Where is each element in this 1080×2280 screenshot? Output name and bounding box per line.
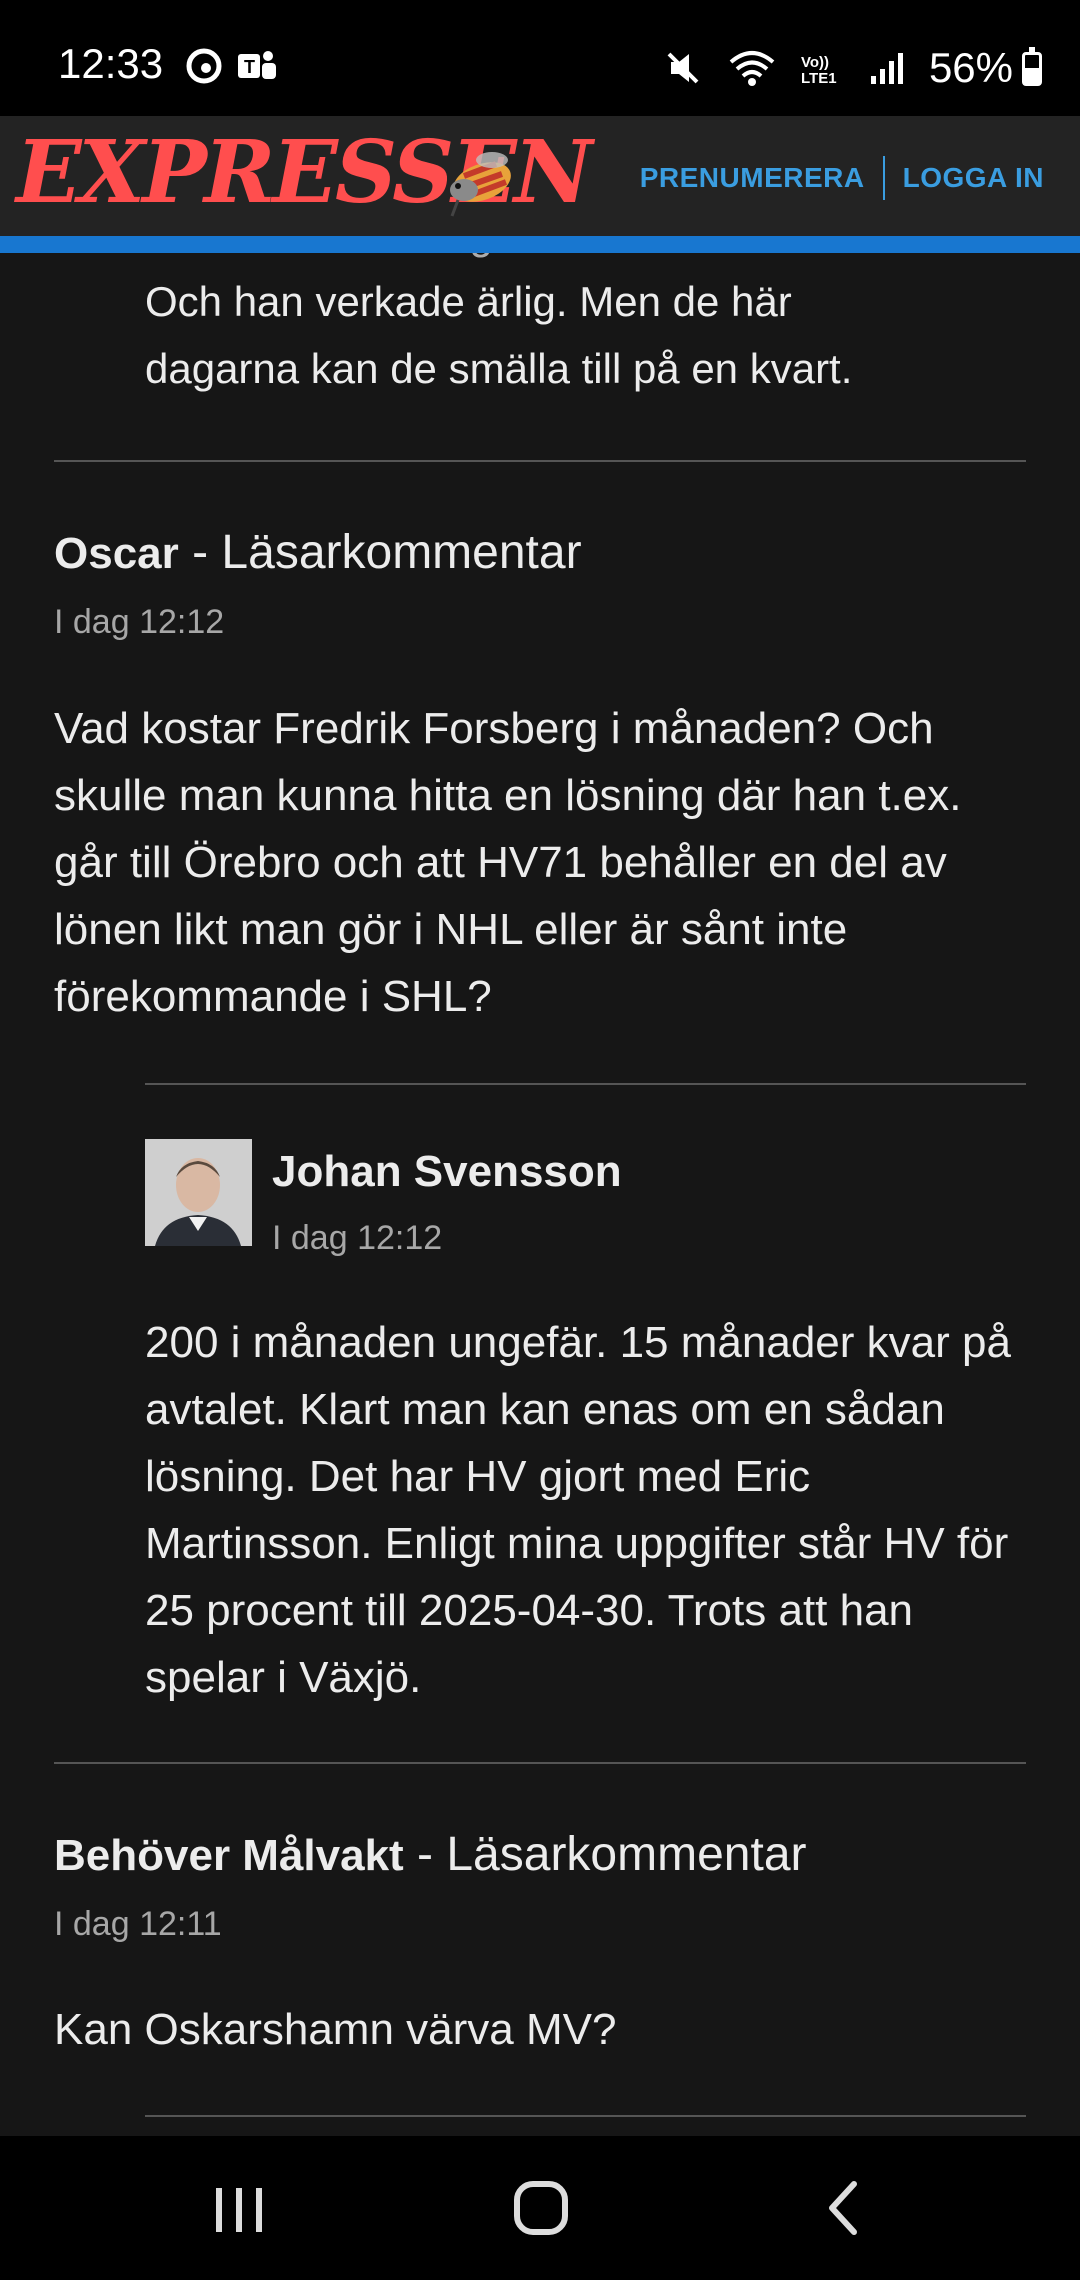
volte-icon: Vo)) LTE1 bbox=[801, 53, 837, 87]
comment-author: Behöver Målvakt bbox=[54, 1831, 404, 1880]
comment-body: Vad kostar Fredrik Forsberg i månaden? O… bbox=[54, 704, 962, 1021]
comment-separator: - bbox=[178, 526, 222, 579]
reply-author: Johan Svensson bbox=[272, 1147, 622, 1196]
previous-reply-text: Kanske kommer igen Låt inte Storkkel ta.… bbox=[145, 253, 1045, 402]
comment-divider bbox=[54, 460, 1026, 462]
comment-kind: Läsarkommentar bbox=[221, 526, 582, 579]
previous-reply-line: dagarna kan de smälla till på en kvart. bbox=[145, 345, 853, 392]
comment-timestamp: I dag 12:12 bbox=[54, 603, 225, 641]
status-time: 12:33 bbox=[58, 40, 164, 87]
signal-icon bbox=[869, 50, 905, 91]
header-divider bbox=[882, 156, 885, 200]
wifi-icon bbox=[727, 48, 777, 93]
previous-reply-clip: Kanske kommer igen Låt inte Storkkel ta.… bbox=[0, 253, 1080, 433]
mute-icon bbox=[663, 48, 703, 93]
site-header: EXPRESSEN PRENUMERERA LOGGA IN bbox=[0, 116, 1080, 236]
reply-timestamp: I dag 12:12 bbox=[272, 1219, 443, 1257]
back-icon[interactable] bbox=[800, 2174, 890, 2244]
wasp-mascot-icon bbox=[434, 142, 524, 227]
system-icons: Vo)) LTE1 bbox=[663, 48, 905, 93]
subscribe-link[interactable]: PRENUMERERA bbox=[640, 162, 865, 194]
reply-body: 200 i månaden ungefär. 15 månader kvar p… bbox=[145, 1318, 1011, 1702]
recents-icon[interactable] bbox=[194, 2174, 284, 2244]
svg-text:T: T bbox=[244, 57, 255, 77]
reply-divider bbox=[145, 2115, 1026, 2117]
comment-body: Kan Oskarshamn värva MV? bbox=[54, 2005, 617, 2054]
battery-percentage: 56% bbox=[928, 44, 1013, 91]
home-icon[interactable] bbox=[496, 2174, 586, 2244]
previous-reply-line: Kanske kommer igen Låt inte Storkkel ta. bbox=[145, 253, 1045, 268]
reply-divider bbox=[145, 1083, 1026, 1085]
android-nav-bar bbox=[0, 2136, 1080, 2280]
header-accent-bar bbox=[0, 236, 1080, 253]
comment-kind: Läsarkommentar bbox=[446, 1828, 807, 1881]
teams-icon: T bbox=[236, 48, 280, 89]
edge-icon bbox=[186, 48, 222, 89]
status-bar: 12:33 T Vo)) LTE1 56% bbox=[0, 0, 1080, 116]
header-links: PRENUMERERA LOGGA IN bbox=[640, 156, 1044, 200]
comment-separator: - bbox=[403, 1828, 447, 1881]
notification-icons: T bbox=[186, 48, 280, 89]
comment-divider bbox=[54, 1762, 1026, 1764]
journalist-avatar bbox=[145, 1139, 252, 1246]
login-link[interactable]: LOGGA IN bbox=[903, 162, 1044, 194]
comment-timestamp: I dag 12:11 bbox=[54, 1905, 222, 1943]
comment-header: Behöver Målvakt - Läsarkommentar bbox=[54, 1827, 807, 1882]
comment-author: Oscar bbox=[54, 529, 179, 578]
comment-header: Oscar - Läsarkommentar bbox=[54, 525, 582, 580]
battery-icon bbox=[1022, 47, 1042, 86]
previous-reply-line: Och han verkade ärlig. Men de här bbox=[145, 278, 792, 325]
